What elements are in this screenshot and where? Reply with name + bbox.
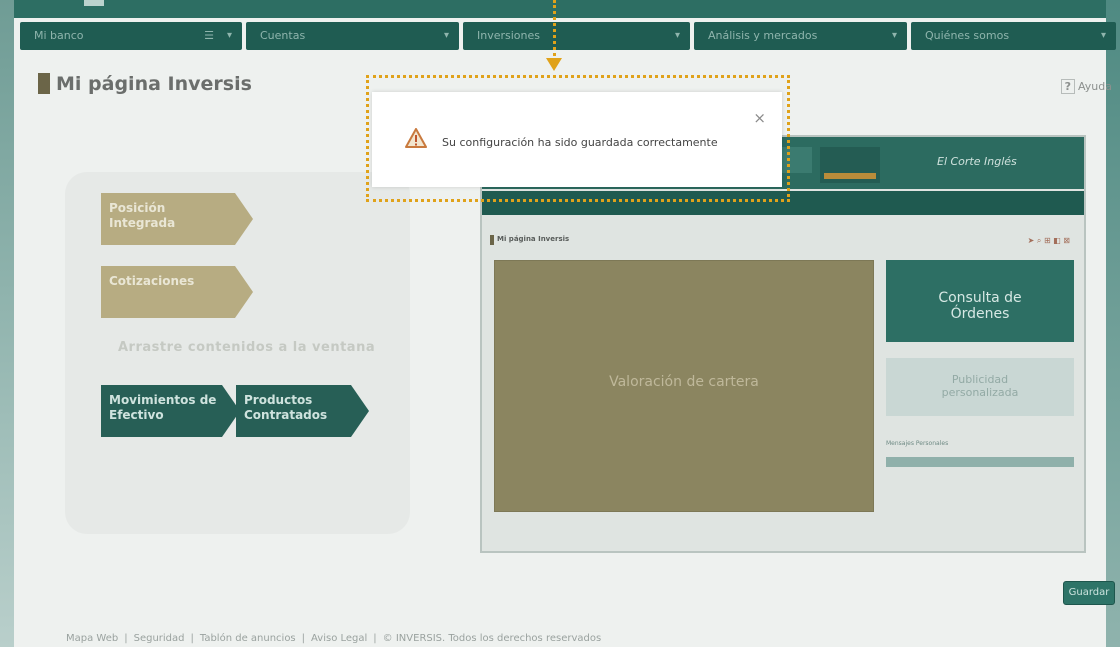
tile-label: Cotizaciones — [109, 274, 195, 288]
help-icon: ? — [1060, 79, 1076, 94]
preview-title: Mi página Inversis — [497, 235, 570, 243]
brand-logo: El Corte Inglés — [937, 155, 1017, 168]
tile-arrow — [235, 193, 253, 245]
chevron-down-icon: ▾ — [1100, 30, 1106, 41]
tile-label: Posición Integrada — [109, 201, 176, 230]
footer-link-tablon[interactable]: Tablón de anuncios — [200, 633, 296, 644]
nav-label: Quiénes somos — [925, 29, 1010, 42]
help-link[interactable]: ? Ayuda — [1060, 79, 1112, 94]
confirmation-dialog: × Su configuración ha sido guardada corr… — [372, 92, 782, 187]
annotation-arrow-head — [546, 58, 562, 71]
widget-consulta-ordenes[interactable]: Consulta de Órdenes — [886, 260, 1074, 342]
nav-item-mi-banco[interactable]: Mi banco ☰ ▾ — [20, 22, 242, 50]
nav-label: Mi banco — [34, 29, 84, 42]
background-frame-right — [1106, 0, 1120, 647]
page-title: Mi página Inversis — [56, 73, 252, 95]
widget-label: Publicidad personalizada — [941, 373, 1019, 399]
dialog-message: Su configuración ha sido guardada correc… — [442, 136, 718, 149]
preview-header-box — [820, 147, 880, 183]
nav-item-analisis[interactable]: Análisis y mercados ▾ — [694, 22, 907, 50]
chevron-down-icon: ▾ — [674, 30, 680, 41]
nav-item-quienes-somos[interactable]: Quiénes somos ▾ — [911, 22, 1116, 50]
tile-movimientos-efectivo[interactable]: Movimientos de Efectivo — [101, 385, 240, 437]
preview-title-marker — [490, 235, 494, 245]
help-label: Ayuda — [1078, 80, 1112, 93]
top-strip — [14, 0, 1106, 18]
page-footer: Mapa Web | Seguridad | Tablón de anuncios | Av… — [66, 633, 602, 644]
widget-mensajes: Mensajes Personales — [886, 440, 1074, 473]
tile-arrow — [235, 266, 253, 318]
footer-link-mapa-web[interactable]: Mapa Web — [66, 633, 118, 644]
tile-productos-contratados[interactable]: Productos Contratados — [236, 385, 369, 437]
nav-item-inversiones[interactable]: Inversiones ▾ — [463, 22, 690, 50]
nav-label: Cuentas — [260, 29, 306, 42]
annotation-arrow-line — [553, 0, 556, 62]
footer-copyright: © INVERSIS. Todos los derechos reservado… — [382, 633, 602, 644]
footer-link-aviso-legal[interactable]: Aviso Legal — [311, 633, 367, 644]
widget-publicidad[interactable]: Publicidad personalizada — [886, 358, 1074, 416]
mensajes-bar — [886, 457, 1074, 467]
save-button[interactable]: Guardar — [1063, 581, 1115, 605]
mensajes-title: Mensajes Personales — [886, 440, 949, 447]
tile-label: Movimientos de Efectivo — [109, 393, 217, 422]
main-nav: Mi banco ☰ ▾ Cuentas ▾ Inversiones ▾ Aná… — [20, 22, 1120, 50]
footer-link-seguridad[interactable]: Seguridad — [134, 633, 185, 644]
chevron-down-icon: ▾ — [226, 30, 232, 41]
tile-cotizaciones[interactable]: Cotizaciones — [101, 266, 253, 318]
nav-item-cuentas[interactable]: Cuentas ▾ — [246, 22, 459, 50]
widget-label: Valoración de cartera — [609, 374, 759, 390]
tile-posicion-integrada[interactable]: Posición Integrada — [101, 193, 253, 245]
nav-label: Análisis y mercados — [708, 29, 818, 42]
widget-valoracion-cartera[interactable]: Valoración de cartera — [494, 260, 874, 512]
tile-arrow — [351, 385, 369, 437]
drag-hint: Arrastre contenidos a la ventana — [118, 340, 376, 355]
chevron-down-icon: ▾ — [891, 30, 897, 41]
chevron-down-icon: ▾ — [443, 30, 449, 41]
warning-icon — [405, 128, 427, 148]
menu-icon: ☰ — [204, 29, 214, 42]
tile-label: Productos Contratados — [244, 393, 328, 422]
preview-toolbar-icons: ➤ ⌕ ⊞ ◧ ⊠ — [1027, 236, 1070, 245]
close-icon[interactable]: × — [753, 109, 766, 127]
nav-label: Inversiones — [477, 29, 541, 42]
widget-label: Consulta de Órdenes — [938, 290, 1022, 322]
title-marker — [38, 73, 50, 94]
